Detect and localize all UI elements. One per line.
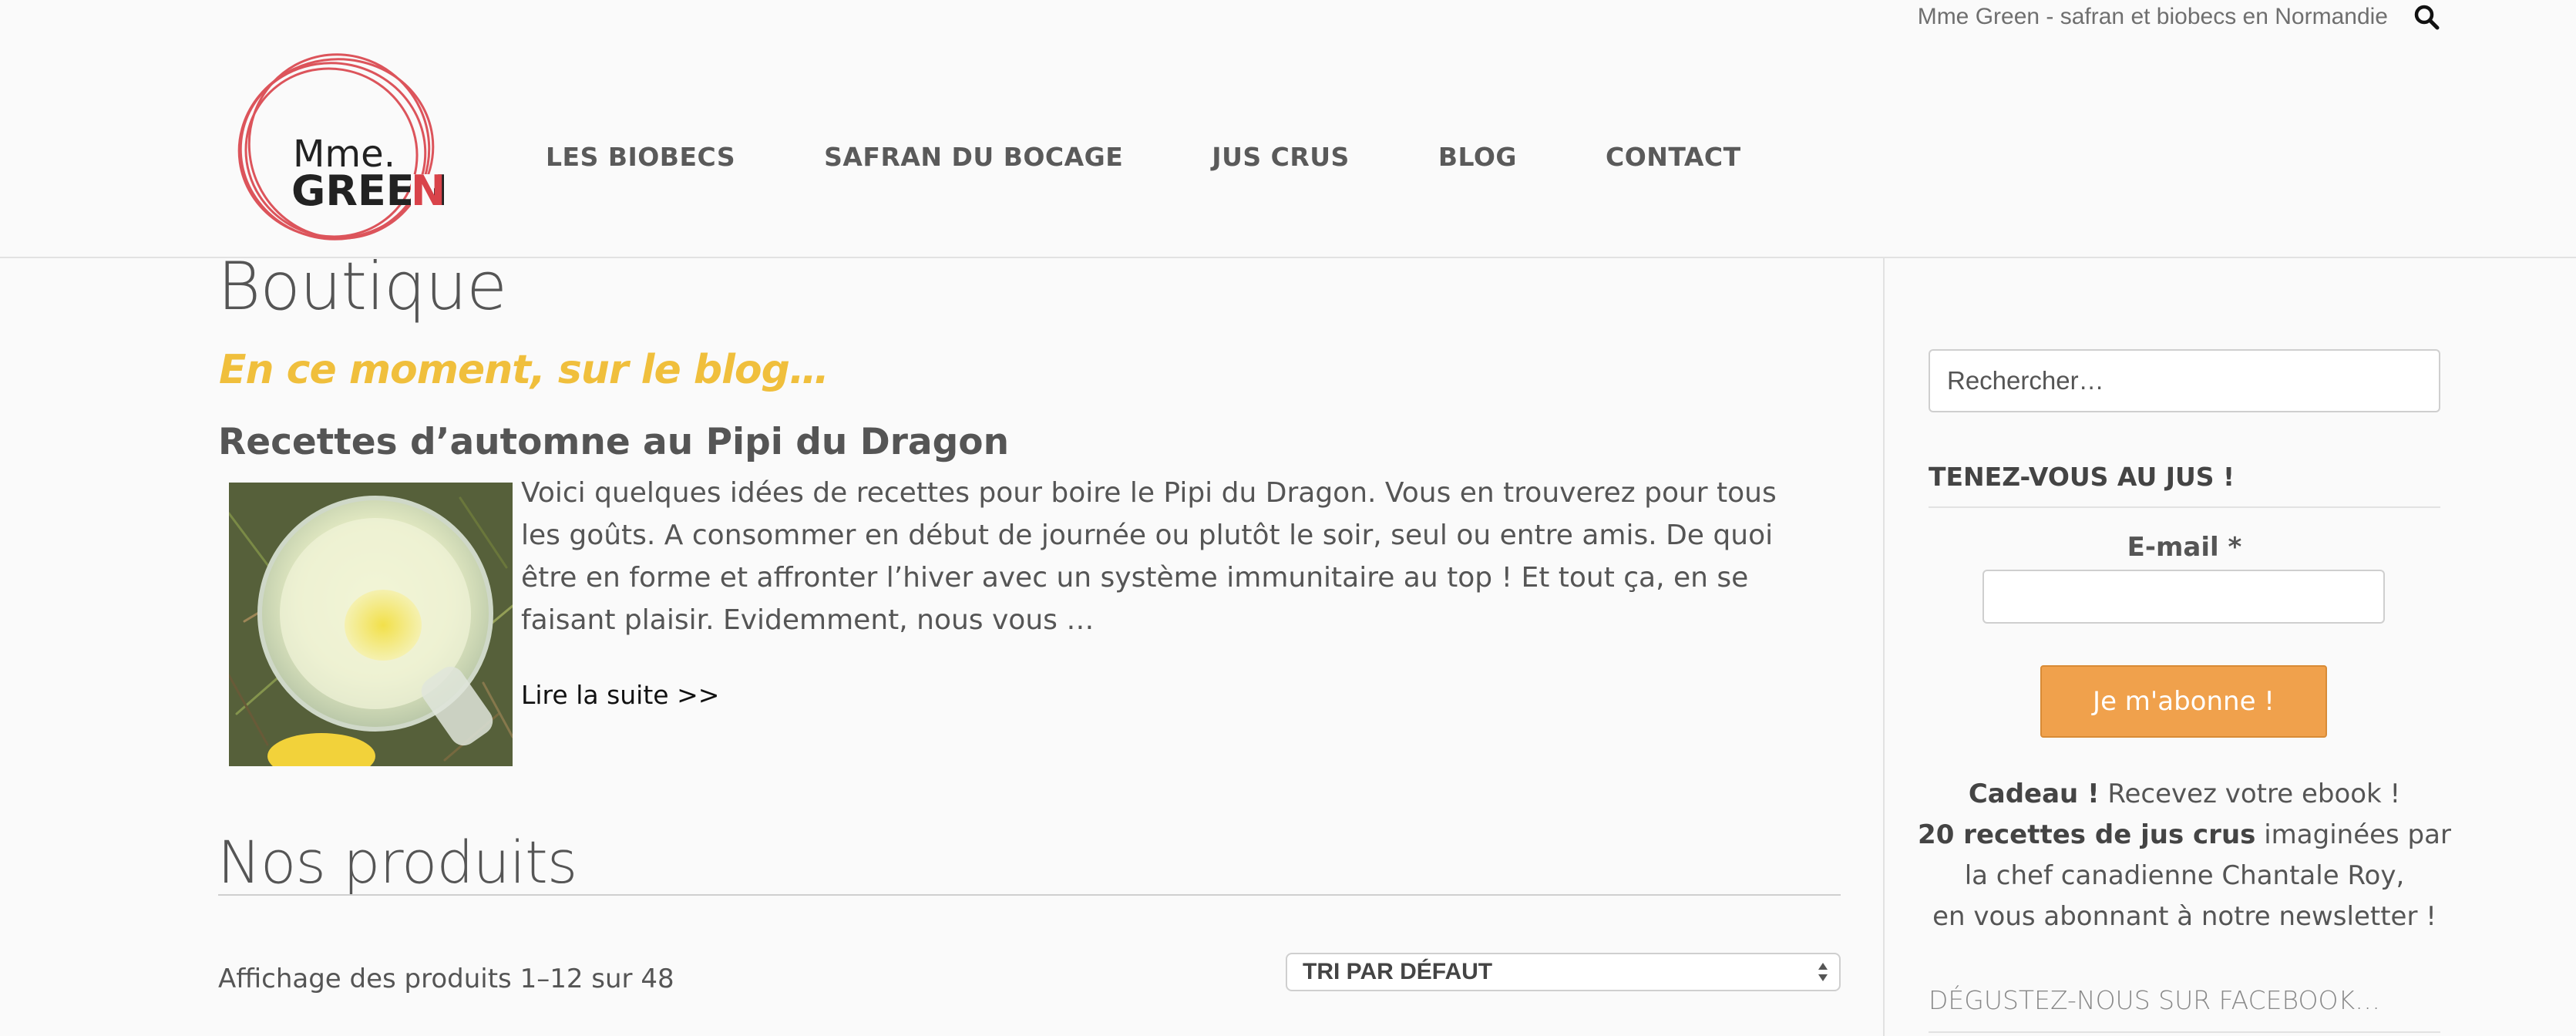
read-more-link[interactable]: Lire la suite >> (521, 680, 719, 710)
updown-arrows-icon (1818, 963, 1828, 981)
sort-dropdown[interactable]: TRI PAR DÉFAUT (1286, 953, 1841, 991)
page-title: Boutique (217, 248, 507, 325)
site-tagline: Mme Green - safran et biobecs en Normand… (1917, 4, 2388, 29)
result-count: Affichage des produits 1–12 sur 48 (218, 964, 674, 994)
nav-item-blog[interactable]: BLOG (1438, 136, 1517, 179)
products-heading: Nos produits (217, 828, 577, 896)
sort-selected-value: TRI PAR DÉFAUT (1303, 959, 1493, 984)
search-icon (2414, 5, 2440, 30)
header-search-button[interactable] (2410, 0, 2443, 34)
email-label: E-mail * (2127, 532, 2242, 563)
newsletter-heading-divider (1929, 506, 2440, 508)
sidebar-search-input[interactable] (1929, 349, 2440, 412)
main-navigation: LES BIOBECS SAFRAN DU BOCAGE JUS CRUS BL… (546, 136, 1741, 179)
site-logo[interactable]: Mme. GREEN N (231, 51, 449, 247)
blog-post-thumbnail[interactable] (229, 483, 513, 766)
subscribe-button[interactable]: Je m'abonne ! (2040, 665, 2327, 738)
sidebar-divider (1883, 258, 1885, 1036)
products-divider (218, 894, 1841, 896)
nav-item-safran-du-bocage[interactable]: SAFRAN DU BOCAGE (824, 136, 1123, 179)
email-field[interactable] (1982, 570, 2385, 624)
newsletter-gift-text: Cadeau ! Recevez votre ebook ! 20 recett… (1918, 779, 2451, 932)
blog-post-title[interactable]: Recettes d’automne au Pipi du Dragon (218, 421, 1009, 463)
nav-item-les-biobecs[interactable]: LES BIOBECS (546, 136, 735, 179)
nav-item-contact[interactable]: CONTACT (1606, 136, 1741, 179)
svg-text:N: N (411, 166, 444, 215)
nav-item-jus-crus[interactable]: JUS CRUS (1212, 136, 1350, 179)
newsletter-heading: TENEZ-VOUS AU JUS ! (1929, 462, 2235, 492)
facebook-heading: DÉGUSTEZ-NOUS SUR FACEBOOK… (1929, 985, 2381, 1015)
top-bar: Mme Green - safran et biobecs en Normand… (0, 0, 2576, 34)
blog-post-excerpt: Voici quelques idées de recettes pour bo… (521, 477, 1777, 636)
facebook-heading-divider (1929, 1031, 2440, 1033)
blog-intro-heading: En ce moment, sur le blog… (219, 347, 829, 393)
